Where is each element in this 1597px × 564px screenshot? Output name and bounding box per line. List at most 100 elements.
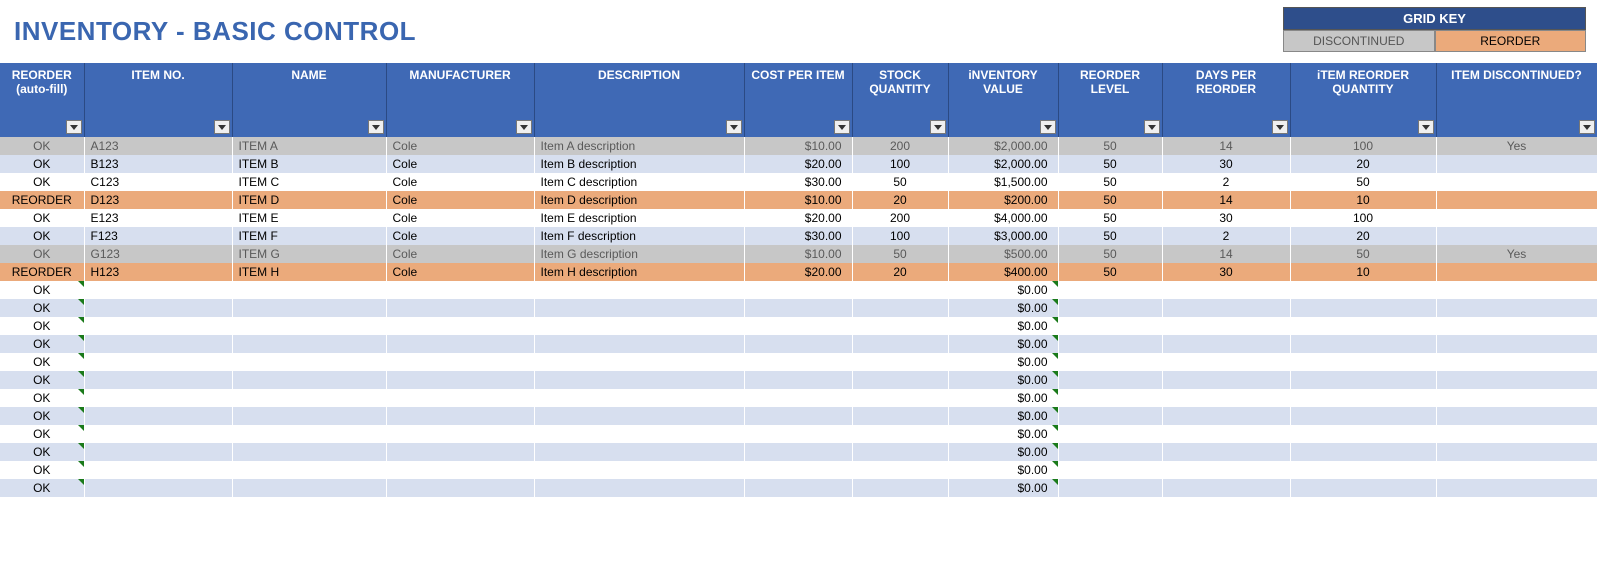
filter-dropdown-icon[interactable] xyxy=(1418,120,1434,134)
cell-name[interactable] xyxy=(232,407,386,425)
cell-disc[interactable] xyxy=(1436,479,1597,497)
cell-days[interactable] xyxy=(1162,317,1290,335)
cell-stock[interactable]: 50 xyxy=(852,173,948,191)
cell-value[interactable]: $2,000.00 xyxy=(948,137,1058,155)
cell-name[interactable] xyxy=(232,371,386,389)
cell-stock[interactable] xyxy=(852,479,948,497)
filter-dropdown-icon[interactable] xyxy=(66,120,82,134)
cell-desc[interactable]: Item D description xyxy=(534,191,744,209)
table-row[interactable]: OKF123ITEM FColeItem F description$30.00… xyxy=(0,227,1597,245)
cell-value[interactable]: $0.00 xyxy=(948,461,1058,479)
cell-disc[interactable] xyxy=(1436,263,1597,281)
table-row[interactable]: OKG123ITEM GColeItem G description$10.00… xyxy=(0,245,1597,263)
cell-days[interactable] xyxy=(1162,461,1290,479)
cell-status[interactable]: OK xyxy=(0,155,84,173)
filter-dropdown-icon[interactable] xyxy=(1040,120,1056,134)
filter-dropdown-icon[interactable] xyxy=(1579,120,1595,134)
cell-stock[interactable]: 100 xyxy=(852,227,948,245)
cell-value[interactable]: $0.00 xyxy=(948,371,1058,389)
cell-status[interactable]: OK xyxy=(0,137,84,155)
cell-qty[interactable] xyxy=(1290,461,1436,479)
cell-manu[interactable]: Cole xyxy=(386,209,534,227)
cell-manu[interactable] xyxy=(386,371,534,389)
cell-value[interactable]: $3,000.00 xyxy=(948,227,1058,245)
cell-desc[interactable]: Item C description xyxy=(534,173,744,191)
cell-desc[interactable] xyxy=(534,479,744,497)
cell-level[interactable]: 50 xyxy=(1058,263,1162,281)
cell-qty[interactable]: 20 xyxy=(1290,155,1436,173)
cell-cost[interactable] xyxy=(744,353,852,371)
table-row[interactable]: OK$0.00 xyxy=(0,479,1597,497)
table-row[interactable]: OKC123ITEM CColeItem C description$30.00… xyxy=(0,173,1597,191)
table-row[interactable]: OK$0.00 xyxy=(0,281,1597,299)
cell-value[interactable]: $2,000.00 xyxy=(948,155,1058,173)
cell-item[interactable] xyxy=(84,353,232,371)
cell-level[interactable] xyxy=(1058,443,1162,461)
cell-days[interactable] xyxy=(1162,353,1290,371)
filter-dropdown-icon[interactable] xyxy=(1272,120,1288,134)
cell-name[interactable] xyxy=(232,461,386,479)
cell-manu[interactable] xyxy=(386,461,534,479)
cell-days[interactable]: 30 xyxy=(1162,209,1290,227)
cell-value[interactable]: $500.00 xyxy=(948,245,1058,263)
table-row[interactable]: OK$0.00 xyxy=(0,317,1597,335)
cell-name[interactable]: ITEM D xyxy=(232,191,386,209)
cell-stock[interactable] xyxy=(852,371,948,389)
cell-manu[interactable] xyxy=(386,479,534,497)
cell-status[interactable]: REORDER xyxy=(0,263,84,281)
cell-name[interactable] xyxy=(232,281,386,299)
cell-level[interactable]: 50 xyxy=(1058,137,1162,155)
cell-level[interactable] xyxy=(1058,281,1162,299)
cell-item[interactable] xyxy=(84,407,232,425)
cell-desc[interactable] xyxy=(534,353,744,371)
cell-qty[interactable]: 10 xyxy=(1290,263,1436,281)
cell-cost[interactable]: $20.00 xyxy=(744,209,852,227)
cell-name[interactable] xyxy=(232,299,386,317)
cell-qty[interactable] xyxy=(1290,281,1436,299)
cell-disc[interactable] xyxy=(1436,353,1597,371)
cell-manu[interactable] xyxy=(386,407,534,425)
table-row[interactable]: OK$0.00 xyxy=(0,335,1597,353)
cell-stock[interactable]: 20 xyxy=(852,191,948,209)
cell-name[interactable]: ITEM B xyxy=(232,155,386,173)
cell-cost[interactable] xyxy=(744,335,852,353)
table-row[interactable]: OK$0.00 xyxy=(0,425,1597,443)
cell-value[interactable]: $0.00 xyxy=(948,479,1058,497)
table-row[interactable]: OK$0.00 xyxy=(0,371,1597,389)
cell-name[interactable]: ITEM F xyxy=(232,227,386,245)
cell-qty[interactable] xyxy=(1290,443,1436,461)
cell-disc[interactable] xyxy=(1436,317,1597,335)
cell-name[interactable] xyxy=(232,479,386,497)
cell-level[interactable] xyxy=(1058,335,1162,353)
cell-item[interactable] xyxy=(84,425,232,443)
cell-desc[interactable] xyxy=(534,317,744,335)
cell-qty[interactable] xyxy=(1290,353,1436,371)
cell-qty[interactable] xyxy=(1290,407,1436,425)
cell-cost[interactable] xyxy=(744,299,852,317)
cell-cost[interactable] xyxy=(744,479,852,497)
table-row[interactable]: OK$0.00 xyxy=(0,443,1597,461)
cell-stock[interactable]: 50 xyxy=(852,245,948,263)
cell-name[interactable]: ITEM G xyxy=(232,245,386,263)
cell-disc[interactable] xyxy=(1436,335,1597,353)
table-row[interactable]: OK$0.00 xyxy=(0,353,1597,371)
cell-item[interactable]: B123 xyxy=(84,155,232,173)
cell-status[interactable]: OK xyxy=(0,209,84,227)
cell-level[interactable]: 50 xyxy=(1058,227,1162,245)
cell-days[interactable]: 2 xyxy=(1162,173,1290,191)
cell-days[interactable]: 30 xyxy=(1162,155,1290,173)
cell-value[interactable]: $200.00 xyxy=(948,191,1058,209)
cell-status[interactable]: OK xyxy=(0,461,84,479)
cell-cost[interactable] xyxy=(744,407,852,425)
cell-manu[interactable]: Cole xyxy=(386,245,534,263)
cell-cost[interactable] xyxy=(744,461,852,479)
cell-value[interactable]: $400.00 xyxy=(948,263,1058,281)
cell-disc[interactable] xyxy=(1436,191,1597,209)
cell-status[interactable]: OK xyxy=(0,443,84,461)
cell-cost[interactable]: $10.00 xyxy=(744,191,852,209)
cell-value[interactable]: $0.00 xyxy=(948,353,1058,371)
cell-status[interactable]: OK xyxy=(0,425,84,443)
cell-manu[interactable] xyxy=(386,389,534,407)
cell-desc[interactable] xyxy=(534,281,744,299)
cell-name[interactable]: ITEM H xyxy=(232,263,386,281)
